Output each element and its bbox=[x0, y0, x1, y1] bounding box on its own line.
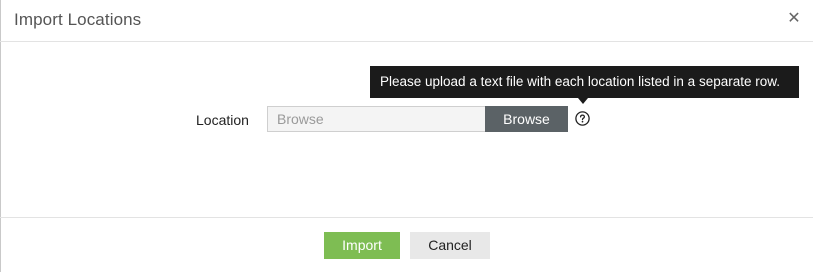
footer-divider bbox=[0, 217, 813, 218]
dialog-header: Import Locations ✕ bbox=[0, 0, 813, 42]
location-label: Location bbox=[196, 112, 249, 128]
browse-button[interactable]: Browse bbox=[485, 106, 568, 132]
cancel-button[interactable]: Cancel bbox=[410, 232, 490, 259]
import-locations-dialog: Import Locations ✕ Please upload a text … bbox=[0, 0, 813, 272]
import-button[interactable]: Import bbox=[324, 232, 400, 259]
close-icon[interactable]: ✕ bbox=[784, 9, 804, 29]
question-circle-icon[interactable] bbox=[575, 111, 590, 126]
file-path-input[interactable] bbox=[267, 106, 485, 132]
dialog-title: Import Locations bbox=[14, 10, 142, 29]
tooltip-arrow bbox=[578, 98, 588, 104]
help-tooltip: Please upload a text file with each loca… bbox=[370, 66, 799, 98]
